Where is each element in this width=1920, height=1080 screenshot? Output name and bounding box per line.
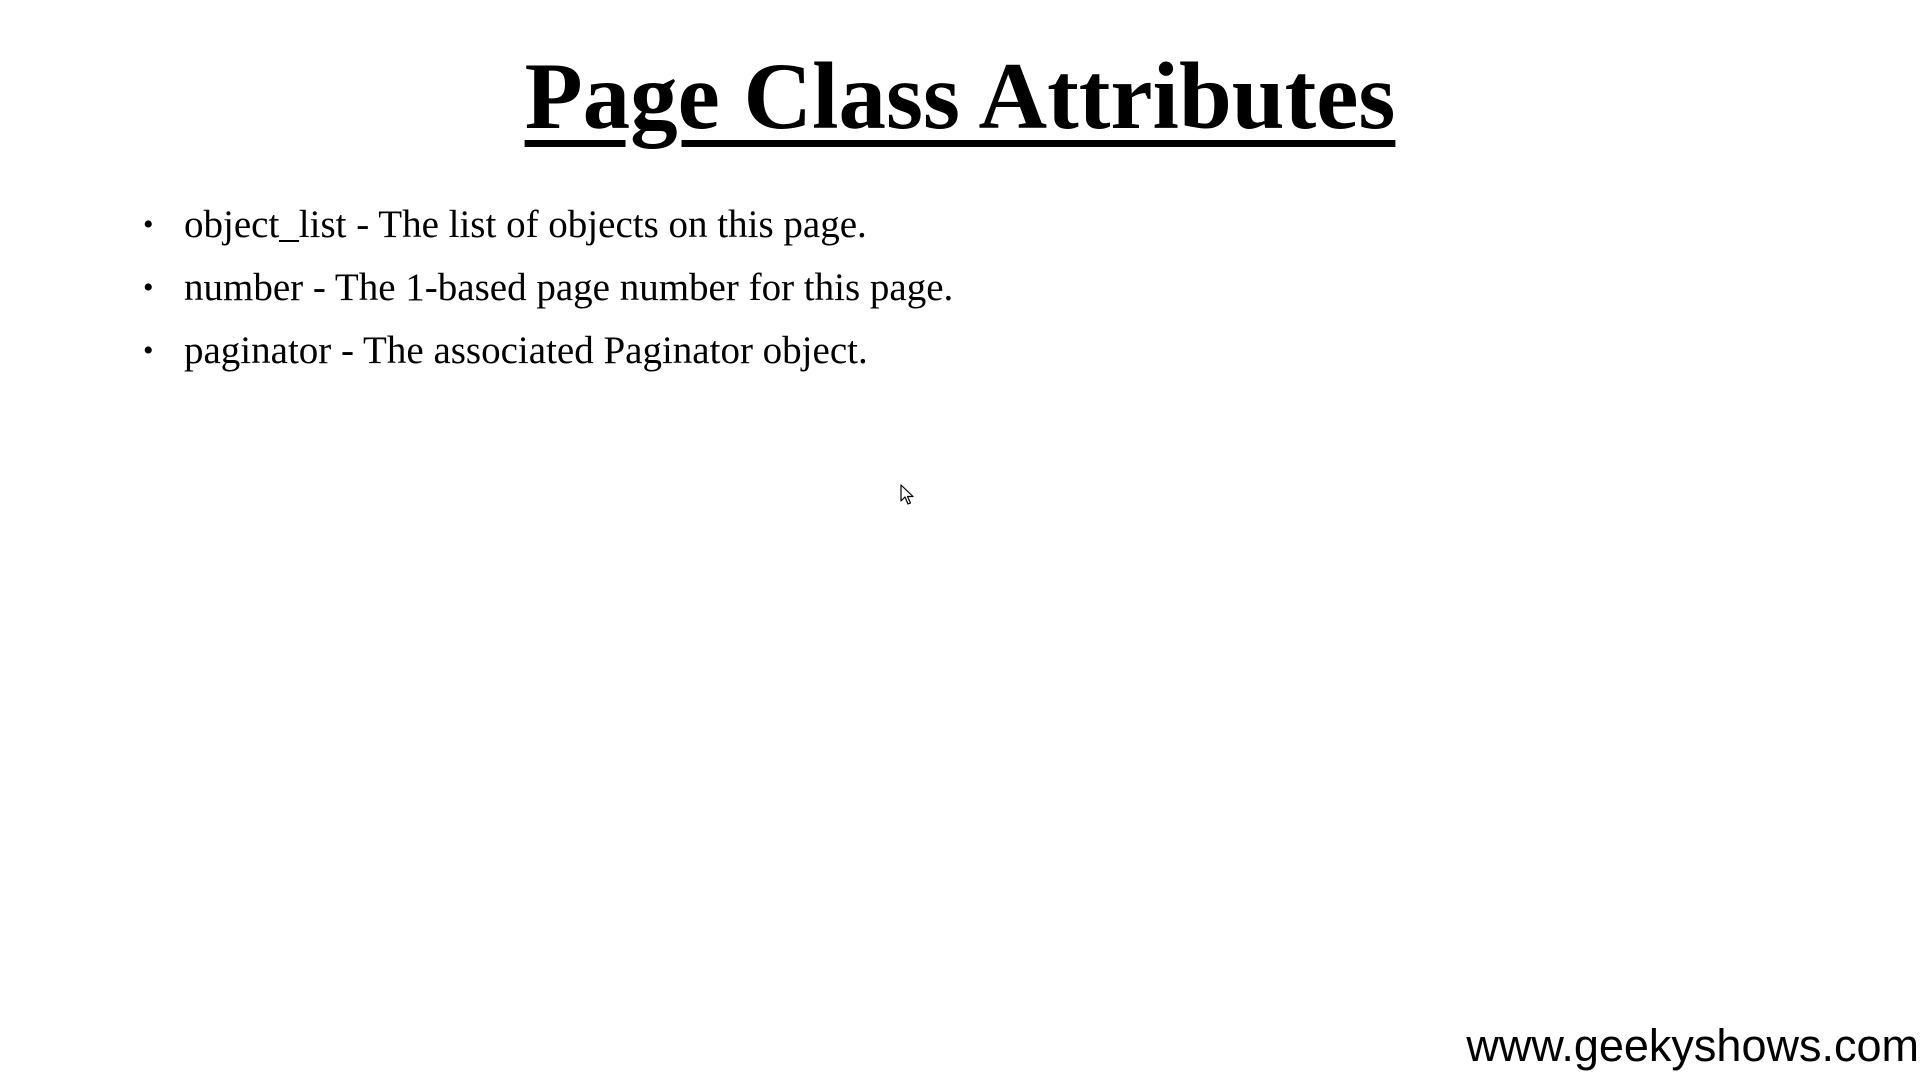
bullet-icon: • <box>143 334 154 367</box>
list-item-text: object_list - The list of objects on thi… <box>184 203 867 246</box>
slide-title: Page Class Attributes <box>0 44 1920 149</box>
watermark-url: www.geekyshows.com <box>1466 1020 1919 1071</box>
bullet-icon: • <box>143 208 154 241</box>
list-item-text: number - The 1-based page number for thi… <box>184 266 954 309</box>
slide: Page Class Attributes • object_list - The… <box>0 0 1920 1080</box>
list-item: • paginator - The associated Paginator ob… <box>141 324 953 387</box>
list-item: • number - The 1-based page number for th… <box>141 261 953 324</box>
mouse-pointer-icon <box>900 484 914 505</box>
bullet-icon: • <box>143 271 154 304</box>
slide-title-text: Page Class Attributes <box>524 43 1396 149</box>
list-item-text: paginator - The associated Paginator obj… <box>184 329 868 372</box>
list-item: • object_list - The list of objects on th… <box>141 198 953 261</box>
bullet-list: • object_list - The list of objects on th… <box>141 198 953 387</box>
